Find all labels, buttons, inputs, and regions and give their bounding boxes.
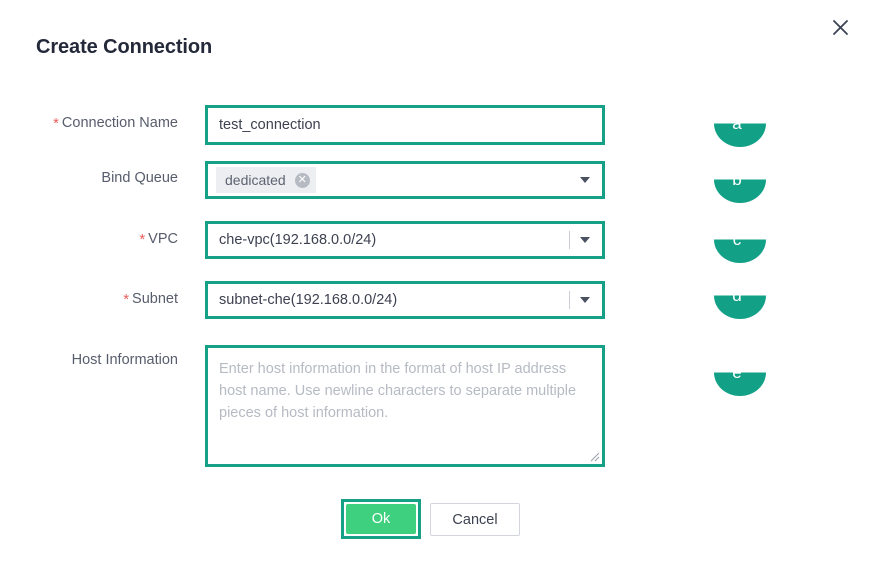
- callout-a: a: [692, 100, 766, 147]
- callout-d: d: [692, 272, 766, 319]
- chevron-down-icon[interactable]: [580, 177, 590, 183]
- close-circle-icon[interactable]: ✕: [294, 172, 310, 188]
- subnet-selected-value: subnet-che(192.168.0.0/24): [219, 292, 398, 308]
- label-host-information: Host Information: [0, 352, 178, 368]
- label-text: Subnet: [132, 291, 178, 307]
- vpc-selected-value: che-vpc(192.168.0.0/24): [219, 232, 377, 248]
- chevron-down-icon[interactable]: [580, 297, 590, 303]
- ok-button[interactable]: Ok: [346, 504, 416, 534]
- label-vpc: * VPC: [0, 230, 178, 248]
- chevron-down-icon[interactable]: [580, 237, 590, 243]
- label-bind-queue: Bind Queue: [0, 170, 178, 186]
- required-asterisk: *: [123, 291, 130, 308]
- label-text: Host Information: [71, 352, 178, 368]
- cancel-button[interactable]: Cancel: [430, 503, 520, 536]
- host-information-wrapper: [208, 348, 602, 464]
- host-information-textarea[interactable]: [208, 348, 602, 464]
- callout-c: c: [692, 216, 766, 263]
- vpc-field-highlight: che-vpc(192.168.0.0/24): [205, 221, 605, 259]
- label-text: VPC: [148, 231, 178, 247]
- label-subnet: * Subnet: [0, 290, 178, 308]
- label-text: Connection Name: [61, 115, 178, 131]
- ok-button-highlight: Ok: [341, 499, 421, 539]
- select-divider: [569, 231, 570, 249]
- bind-queue-field-highlight: dedicated ✕: [205, 161, 605, 199]
- connection-name-field-highlight: [205, 105, 605, 145]
- required-asterisk: *: [53, 115, 59, 132]
- label-text: Bind Queue: [101, 170, 178, 186]
- page-title: Create Connection: [36, 36, 213, 58]
- connection-name-input[interactable]: [208, 108, 602, 142]
- required-asterisk: *: [139, 231, 146, 248]
- tag-dedicated: dedicated ✕: [216, 167, 316, 193]
- vpc-select[interactable]: che-vpc(192.168.0.0/24): [208, 224, 602, 256]
- subnet-select[interactable]: subnet-che(192.168.0.0/24): [208, 284, 602, 316]
- subnet-field-highlight: subnet-che(192.168.0.0/24): [205, 281, 605, 319]
- create-connection-dialog: Create Connection *Connection Name Bind …: [0, 0, 871, 572]
- bind-queue-select[interactable]: dedicated ✕: [208, 164, 602, 196]
- callout-e: e: [692, 349, 766, 396]
- callout-b: b: [692, 156, 766, 203]
- tag-label: dedicated: [225, 172, 286, 188]
- close-icon[interactable]: [828, 15, 852, 39]
- select-divider: [569, 291, 570, 309]
- label-connection-name: * Connection Name: [0, 114, 178, 132]
- host-information-field-highlight: [205, 345, 605, 467]
